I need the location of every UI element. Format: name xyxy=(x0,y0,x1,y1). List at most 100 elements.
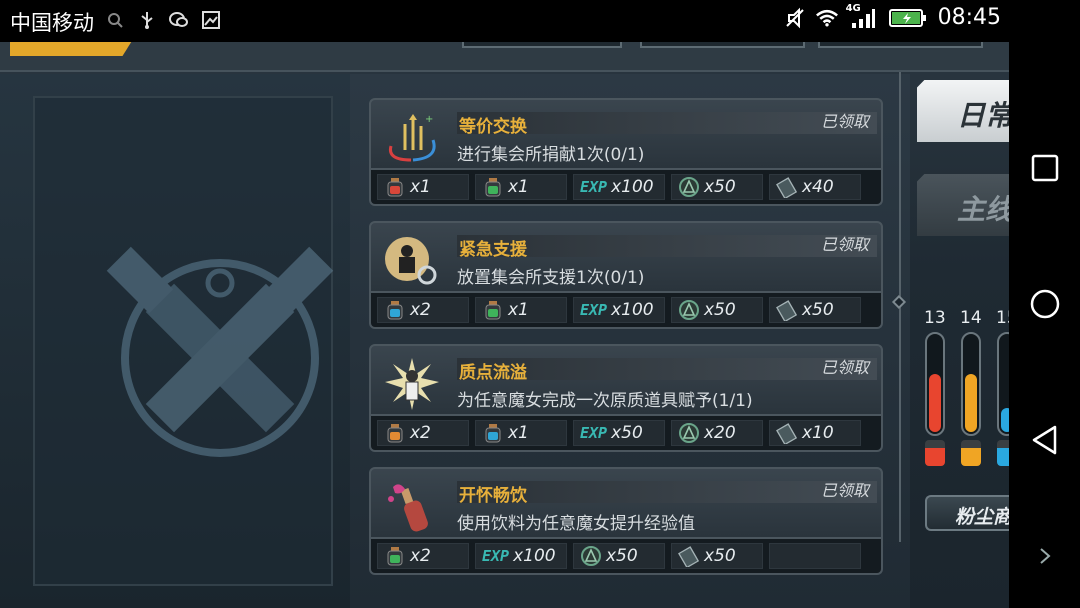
resource-slot xyxy=(640,42,805,48)
circle-icon xyxy=(1030,289,1060,319)
reward-item[interactable]: x50 xyxy=(573,543,665,569)
exp-icon: EXP xyxy=(580,301,608,319)
home-button[interactable] xyxy=(1027,286,1063,322)
task-card[interactable]: + 等价交换 进行集会所捐献1次(0/1) 已领取 x1 x1 EXP x100 x50 x40 xyxy=(369,98,883,208)
reward-item[interactable]: x10 xyxy=(769,420,861,446)
reward-item[interactable]: x1 xyxy=(475,174,567,200)
reward-quantity: x50 xyxy=(704,546,736,566)
reward-item[interactable]: x2 xyxy=(377,543,469,569)
reward-item[interactable]: x2 xyxy=(377,420,469,446)
reward-item[interactable]: x50 xyxy=(671,174,763,200)
dust-shop-button[interactable]: 粉尘商 xyxy=(925,495,1012,531)
reward-item[interactable]: x1 xyxy=(475,420,567,446)
reward-quantity: x2 xyxy=(410,300,431,320)
vial-tube[interactable] xyxy=(961,332,981,436)
card-chip-icon xyxy=(776,176,798,200)
reward-item[interactable]: x40 xyxy=(769,174,861,200)
clock: 08:45 xyxy=(937,5,1001,30)
task-status-claimed: 已领取 xyxy=(820,112,869,131)
vial-potion-icon xyxy=(961,440,981,466)
status-bar: 中国移动 4G 08:45 xyxy=(0,0,1009,42)
tab-main-story[interactable]: 主线 xyxy=(917,174,1009,236)
tab-daily[interactable]: 日常 xyxy=(917,80,1009,142)
reward-quantity: x1 xyxy=(508,300,529,320)
reward-item[interactable]: EXP x100 xyxy=(573,174,665,200)
task-card[interactable]: 质点流溢为任意魔女完成一次原质道具赋予(1/1) 已领取 x2 x1 EXP x50 x20… xyxy=(369,344,883,454)
exp-icon: EXP xyxy=(482,547,510,565)
reward-item[interactable]: x50 xyxy=(769,297,861,323)
task-header: + 等价交换 进行集会所捐献1次(0/1) 已领取 xyxy=(369,98,883,170)
emblem-coin-icon xyxy=(580,545,602,567)
task-header: 质点流溢为任意魔女完成一次原质道具赋予(1/1) 已领取 xyxy=(369,344,883,416)
green-potion-icon xyxy=(482,176,504,198)
reward-quantity: x1 xyxy=(410,177,431,197)
reward-item[interactable]: x1 xyxy=(475,297,567,323)
mute-icon xyxy=(784,7,806,29)
vial-tube[interactable] xyxy=(925,332,945,436)
back-badge[interactable] xyxy=(10,42,135,56)
reward-item[interactable]: EXP x50 xyxy=(573,420,665,446)
resource-slot xyxy=(818,42,983,48)
top-resource-bar xyxy=(0,42,1009,72)
exchange-arrows-icon: + xyxy=(383,110,441,166)
signal-icon: 4G xyxy=(846,3,878,29)
task-description: 放置集会所支援1次(0/1) xyxy=(457,268,645,288)
task-title: 紧急支援 xyxy=(459,240,527,260)
reward-item[interactable]: x50 xyxy=(671,543,763,569)
task-header: 开怀畅饮 使用饮料为任意魔女提升经验值 已领取 xyxy=(369,467,883,539)
chevron-right-icon xyxy=(1040,548,1051,564)
recents-button[interactable] xyxy=(1027,150,1063,186)
status-right: 4G 08:45 xyxy=(784,3,1001,30)
battery-charging-icon xyxy=(888,7,928,29)
task-card[interactable]: 开怀畅饮 使用饮料为任意魔女提升经验值 已领取 x2 EXP x100 x50 x50 xyxy=(369,467,883,577)
reward-quantity: x50 xyxy=(704,300,736,320)
card-chip-icon xyxy=(678,545,700,569)
emblem-coin-icon xyxy=(678,299,700,321)
notification-icons xyxy=(104,9,222,31)
reward-quantity: x100 xyxy=(611,300,654,320)
android-nav-bar xyxy=(1009,0,1080,608)
network-type: 4G xyxy=(845,2,861,14)
green-potion-icon xyxy=(482,299,504,321)
reward-item[interactable]: x2 xyxy=(377,297,469,323)
reward-quantity: x10 xyxy=(802,423,834,443)
reward-quantity: x50 xyxy=(802,300,834,320)
green-potion-icon xyxy=(384,545,406,567)
vial-fill xyxy=(929,374,941,432)
nav-expand-button[interactable] xyxy=(1027,538,1063,574)
search-icon xyxy=(104,9,126,31)
task-title: 质点流溢 xyxy=(459,363,527,383)
vial-potion-icon xyxy=(925,440,945,466)
vial-level-number: 13 xyxy=(924,308,946,328)
usb-icon xyxy=(136,9,158,31)
wine-bottle-icon xyxy=(383,479,441,535)
task-description: 为任意魔女完成一次原质道具赋予(1/1) xyxy=(457,391,753,411)
task-rewards: x2 EXP x100 x50 x50 xyxy=(369,539,883,575)
reward-item[interactable]: x20 xyxy=(671,420,763,446)
wifi-icon xyxy=(815,7,838,29)
task-title: 开怀畅饮 xyxy=(459,486,527,506)
reward-item[interactable]: x50 xyxy=(671,297,763,323)
emblem-frame xyxy=(33,96,334,586)
task-card[interactable]: 紧急支援放置集会所支援1次(0/1) 已领取 x2 x1 EXP x100 x50 x50 xyxy=(369,221,883,331)
back-button[interactable] xyxy=(1027,422,1063,458)
task-status-claimed: 已领取 xyxy=(820,235,869,254)
reward-quantity: x2 xyxy=(410,423,431,443)
square-icon xyxy=(1031,154,1059,182)
reward-quantity: x50 xyxy=(704,177,736,197)
reward-item[interactable]: EXP x100 xyxy=(573,297,665,323)
task-status-claimed: 已领取 xyxy=(820,358,869,377)
task-description: 使用饮料为任意魔女提升经验值 xyxy=(457,514,695,534)
reward-item[interactable]: x1 xyxy=(377,174,469,200)
card-chip-icon xyxy=(776,422,798,446)
tab-daily-label: 日常 xyxy=(957,99,1014,132)
burst-figure-icon xyxy=(383,356,441,412)
soldier-support-icon xyxy=(383,233,441,289)
blue-potion-icon xyxy=(482,422,504,444)
reward-item[interactable]: EXP x100 xyxy=(475,543,567,569)
card-chip-icon xyxy=(776,299,798,323)
emblem-coin-icon xyxy=(678,422,700,444)
red-potion-icon xyxy=(384,176,406,198)
task-rewards: x1 x1 EXP x100 x50 x40 xyxy=(369,170,883,206)
reward-quantity: x2 xyxy=(410,546,431,566)
